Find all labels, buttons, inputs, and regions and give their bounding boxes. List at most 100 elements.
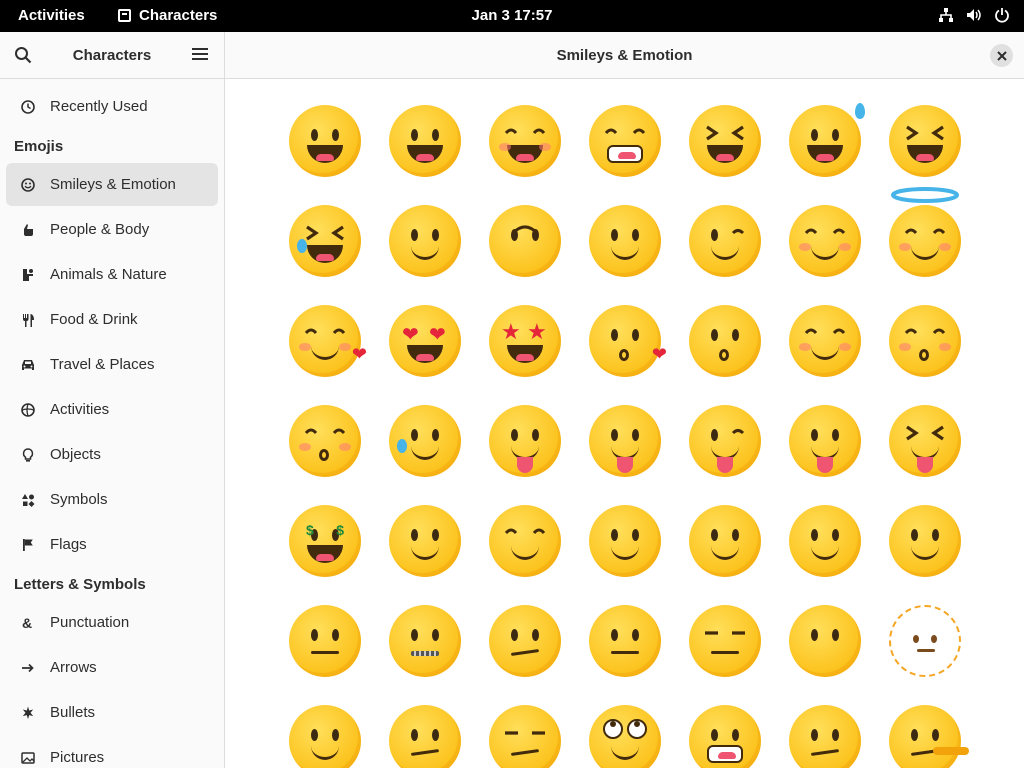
sidebar-title: Characters bbox=[72, 47, 152, 64]
emoji-smiling-face-hearts[interactable]: ❤ bbox=[275, 291, 375, 391]
emoji-face-blowing-kiss[interactable]: ❤ bbox=[575, 291, 675, 391]
smiling-face-icon bbox=[789, 305, 861, 377]
emoji-money-mouth-face[interactable]: $ $ bbox=[275, 491, 375, 591]
sidebar-item-bullets[interactable]: Bullets bbox=[6, 691, 218, 734]
emoji-melting-face[interactable] bbox=[575, 191, 675, 291]
grinning-face-icon bbox=[289, 105, 361, 177]
emoji-face-tears-of-joy[interactable] bbox=[275, 191, 375, 291]
sidebar-item-label: Arrows bbox=[50, 659, 97, 676]
sidebar-item-recently-used[interactable]: Recently Used bbox=[6, 85, 218, 128]
sidebar-item-symbols[interactable]: Symbols bbox=[6, 478, 218, 521]
clock[interactable]: Jan 3 17:57 bbox=[472, 7, 553, 24]
sidebar-section-header: Letters & Symbols bbox=[14, 576, 146, 593]
emoji-grinning-face-sweat[interactable] bbox=[775, 91, 875, 191]
emoji-grinning-face[interactable] bbox=[275, 91, 375, 191]
emoji-smiling-face-halo[interactable] bbox=[875, 187, 975, 291]
kissing-face-icon bbox=[689, 305, 761, 377]
close-button[interactable] bbox=[990, 44, 1013, 67]
emoji-lying-face[interactable] bbox=[875, 691, 975, 768]
sidebar-item-arrows[interactable]: Arrows bbox=[6, 646, 218, 689]
kissing-face-smiling-eyes-icon bbox=[289, 405, 361, 477]
emoji-face-raised-eyebrow[interactable] bbox=[475, 591, 575, 691]
arrow-icon bbox=[20, 660, 36, 676]
emoji-shushing-face[interactable] bbox=[775, 491, 875, 591]
emoji-face-hand-over-mouth[interactable] bbox=[475, 491, 575, 591]
sidebar-item-objects[interactable]: Objects bbox=[6, 433, 218, 476]
emoji-smiling-face-open-hands[interactable] bbox=[375, 491, 475, 591]
sidebar-item-smileys-emotion[interactable]: Smileys & Emotion bbox=[6, 163, 218, 206]
page-title: Smileys & Emotion bbox=[556, 47, 693, 64]
money-mouth-face-icon: $ $ bbox=[289, 505, 361, 577]
emoji-saluting-face[interactable] bbox=[275, 591, 375, 691]
sidebar-item-punctuation[interactable]: & Punctuation bbox=[6, 601, 218, 644]
emoji-beaming-face[interactable] bbox=[575, 91, 675, 191]
emoji-rolling-on-floor-laughing[interactable] bbox=[875, 91, 975, 191]
ampersand-icon: & bbox=[20, 615, 36, 631]
smiling-face-open-hands-icon bbox=[389, 505, 461, 577]
emoji-winking-face-tongue[interactable] bbox=[675, 391, 775, 491]
emoji-kissing-face[interactable] bbox=[675, 291, 775, 391]
app-menu-label: Characters bbox=[139, 7, 218, 24]
svg-text:&: & bbox=[22, 616, 32, 630]
main-header: Smileys & Emotion bbox=[225, 32, 1024, 79]
emoji-face-savoring-food[interactable] bbox=[475, 391, 575, 491]
sidebar-item-animals-nature[interactable]: Animals & Nature bbox=[6, 253, 218, 296]
emoji-kissing-face-closed-eyes[interactable] bbox=[875, 291, 975, 391]
emoji-neutral-face[interactable] bbox=[575, 591, 675, 691]
emoji-face-with-tongue[interactable] bbox=[575, 391, 675, 491]
emoji-dotted-line-face[interactable] bbox=[875, 591, 975, 691]
sidebar-item-flags[interactable]: Flags bbox=[6, 523, 218, 566]
sidebar-item-pictures[interactable]: Pictures bbox=[6, 736, 218, 768]
emoji-slightly-smiling-face[interactable] bbox=[375, 191, 475, 291]
sidebar-item-label: Punctuation bbox=[50, 614, 130, 631]
sidebar-item-label: Activities bbox=[50, 401, 110, 418]
emoji-winking-face[interactable] bbox=[675, 191, 775, 291]
face-open-eyes-hand-over-mouth-icon bbox=[589, 505, 661, 577]
emoji-smiling-face-smiling-eyes[interactable] bbox=[775, 191, 875, 291]
animal-icon bbox=[20, 267, 36, 283]
activities-button[interactable]: Activities bbox=[18, 7, 85, 24]
emoji-smiling-face-heart-eyes[interactable]: ❤ ❤ bbox=[375, 291, 475, 391]
emoji-upside-down-face[interactable] bbox=[475, 191, 575, 291]
sidebar-item-travel-places[interactable]: Travel & Places bbox=[6, 343, 218, 386]
emoji-grid-area: ❤ ❤ ❤ ★ ★ ❤ $ $ bbox=[225, 79, 1024, 768]
unamused-face-icon bbox=[489, 705, 561, 768]
emoji-zany-face[interactable] bbox=[775, 391, 875, 491]
emoji-face-without-mouth[interactable] bbox=[775, 591, 875, 691]
emoji-face-in-clouds[interactable] bbox=[275, 691, 375, 768]
emoji-face-open-eyes-hand-over-mouth[interactable] bbox=[575, 491, 675, 591]
zany-face-icon bbox=[789, 405, 861, 477]
app-menu-button[interactable]: Characters bbox=[118, 7, 217, 24]
emoji-face-exhaling[interactable] bbox=[775, 691, 875, 768]
sidebar-item-activities[interactable]: Activities bbox=[6, 388, 218, 431]
emoji-smirking-face[interactable] bbox=[375, 691, 475, 768]
emoji-face-peeking-eye[interactable] bbox=[675, 491, 775, 591]
emoji-grid: ❤ ❤ ❤ ★ ★ ❤ $ $ bbox=[275, 91, 975, 768]
emoji-face-rolling-eyes[interactable] bbox=[575, 691, 675, 768]
hamburger-menu-icon[interactable] bbox=[192, 47, 208, 66]
emoji-zipper-mouth-face[interactable] bbox=[375, 591, 475, 691]
emoji-thinking-face[interactable] bbox=[875, 491, 975, 591]
emoji-grinning-squinting-face[interactable] bbox=[675, 91, 775, 191]
car-icon bbox=[20, 357, 36, 373]
emoji-grinning-face-smiling-eyes[interactable] bbox=[475, 91, 575, 191]
emoji-grinning-face-big-eyes[interactable] bbox=[375, 91, 475, 191]
sidebar-item-people-body[interactable]: People & Body bbox=[6, 208, 218, 251]
emoji-smiling-face-tear[interactable] bbox=[375, 391, 475, 491]
sidebar-item-label: Recently Used bbox=[50, 98, 148, 115]
search-icon[interactable] bbox=[14, 46, 32, 69]
system-status-menu[interactable] bbox=[938, 7, 1010, 23]
emoji-unamused-face[interactable] bbox=[475, 691, 575, 768]
shushing-face-icon bbox=[789, 505, 861, 577]
emoji-star-struck[interactable]: ★ ★ bbox=[475, 291, 575, 391]
emoji-expressionless-face[interactable] bbox=[675, 591, 775, 691]
emoji-squinting-face-tongue[interactable] bbox=[875, 391, 975, 491]
sidebar-item-food-drink[interactable]: Food & Drink bbox=[6, 298, 218, 341]
emoji-kissing-face-smiling-eyes[interactable] bbox=[275, 391, 375, 491]
saluting-face-icon bbox=[289, 605, 361, 677]
emoji-grimacing-face[interactable] bbox=[675, 691, 775, 768]
emoji-smiling-face[interactable] bbox=[775, 291, 875, 391]
kissing-face-closed-eyes-icon bbox=[889, 305, 961, 377]
squinting-face-tongue-icon bbox=[889, 405, 961, 477]
face-savoring-food-icon bbox=[489, 405, 561, 477]
